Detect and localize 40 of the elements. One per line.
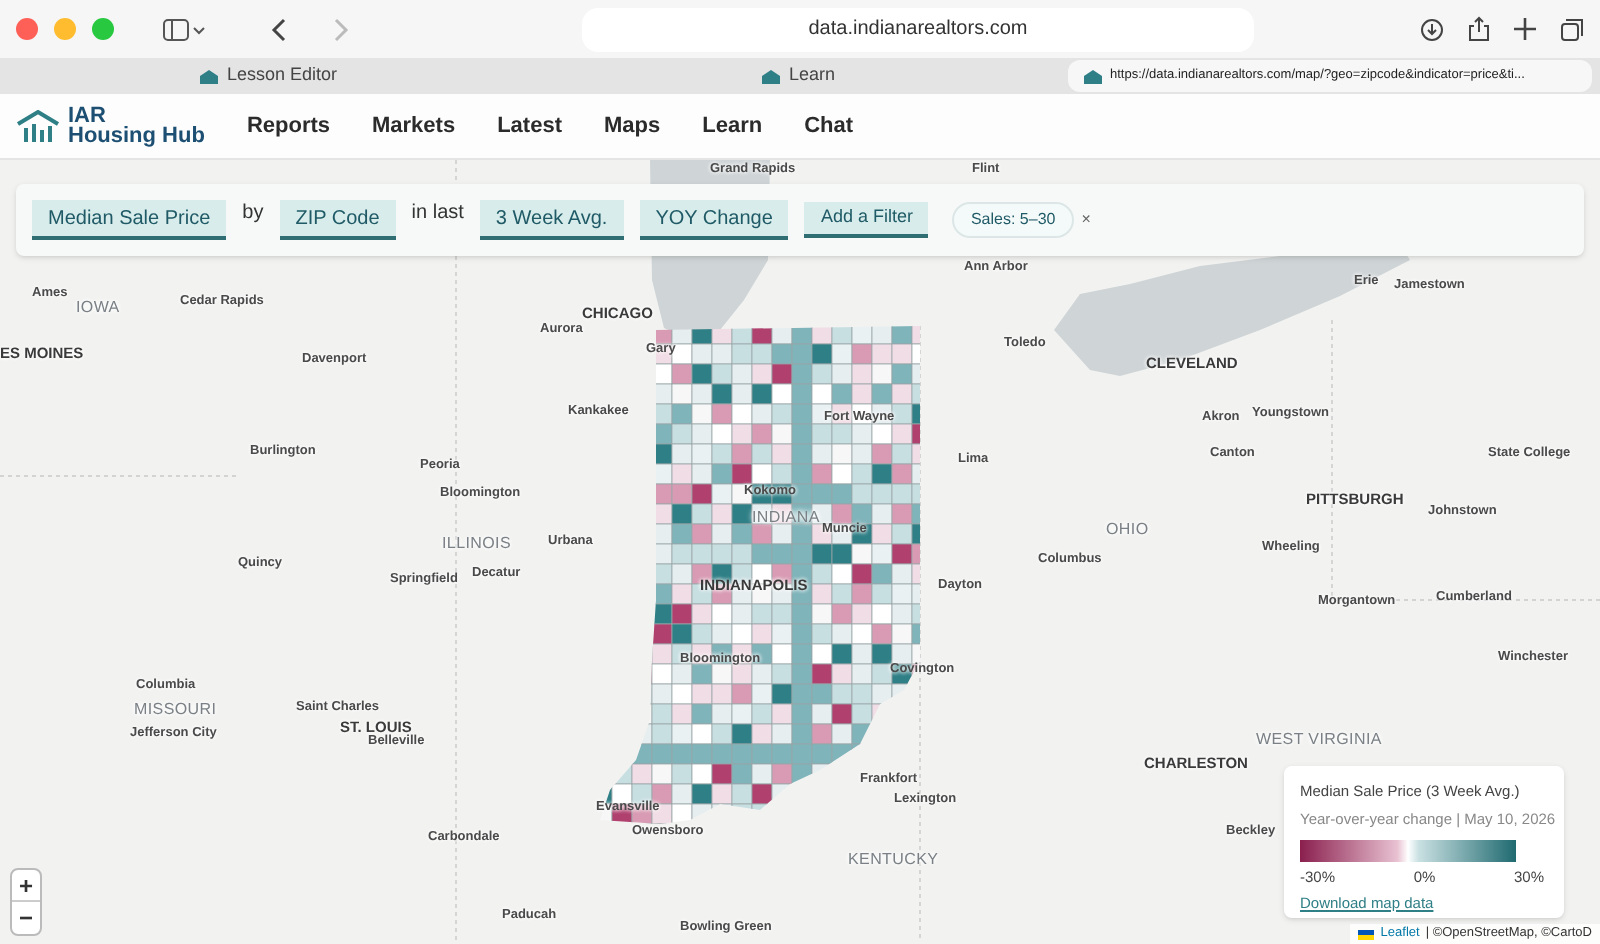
add-filter-button[interactable]: Add a Filter	[804, 202, 929, 238]
address-bar[interactable]: data.indianarealtors.com	[582, 7, 1254, 51]
close-window-icon[interactable]	[16, 18, 38, 40]
house-icon	[1084, 69, 1102, 83]
nav-link[interactable]: Chat	[804, 109, 854, 143]
state-label: OHIO	[1106, 522, 1149, 538]
state-label: IOWA	[76, 300, 120, 316]
zoom-in-button[interactable]: +	[12, 870, 40, 902]
share-icon[interactable]	[1468, 16, 1490, 42]
state-label: WEST VIRGINIA	[1256, 732, 1382, 748]
filter-select[interactable]: YOY Change	[639, 200, 789, 240]
nav-link[interactable]: Latest	[497, 109, 562, 143]
logo-text[interactable]: IAR	[68, 106, 205, 126]
sidebar-icon[interactable]	[162, 17, 206, 41]
back-icon[interactable]	[270, 17, 290, 41]
tabs-overview-icon[interactable]	[1560, 17, 1584, 41]
filter-select[interactable]: Median Sale Price	[32, 200, 227, 240]
download-icon[interactable]	[1420, 17, 1444, 41]
filter-text: in last	[411, 200, 464, 228]
state-label: MISSOURI	[134, 702, 217, 718]
filter-select[interactable]: 3 Week Avg.	[479, 200, 624, 240]
new-tab-icon[interactable]	[1514, 18, 1536, 40]
zoom-out-button[interactable]: −	[12, 902, 40, 934]
browser-tab[interactable]: Lesson Editor	[8, 60, 530, 92]
filter-text: by	[242, 200, 264, 228]
house-icon	[200, 69, 219, 83]
logo-icon	[16, 110, 60, 142]
nav-link[interactable]: Markets	[372, 109, 456, 143]
nav-link[interactable]: Reports	[246, 109, 330, 143]
filter-select[interactable]: ZIP Code	[279, 200, 396, 240]
browser-tab[interactable]: Learn	[538, 60, 1060, 92]
nav-link[interactable]: Maps	[603, 109, 661, 143]
remove-filter-button[interactable]: ×	[1081, 208, 1091, 232]
house-icon	[762, 69, 781, 83]
nav-link[interactable]: Learn	[702, 109, 763, 143]
state-label: KENTUCKY	[848, 852, 939, 868]
flag-icon	[1358, 929, 1375, 939]
state-label: ILLINOIS	[442, 536, 512, 552]
filter-chip[interactable]: Sales: 5–30	[952, 202, 1074, 238]
logo-text[interactable]: Housing Hub	[68, 126, 205, 146]
